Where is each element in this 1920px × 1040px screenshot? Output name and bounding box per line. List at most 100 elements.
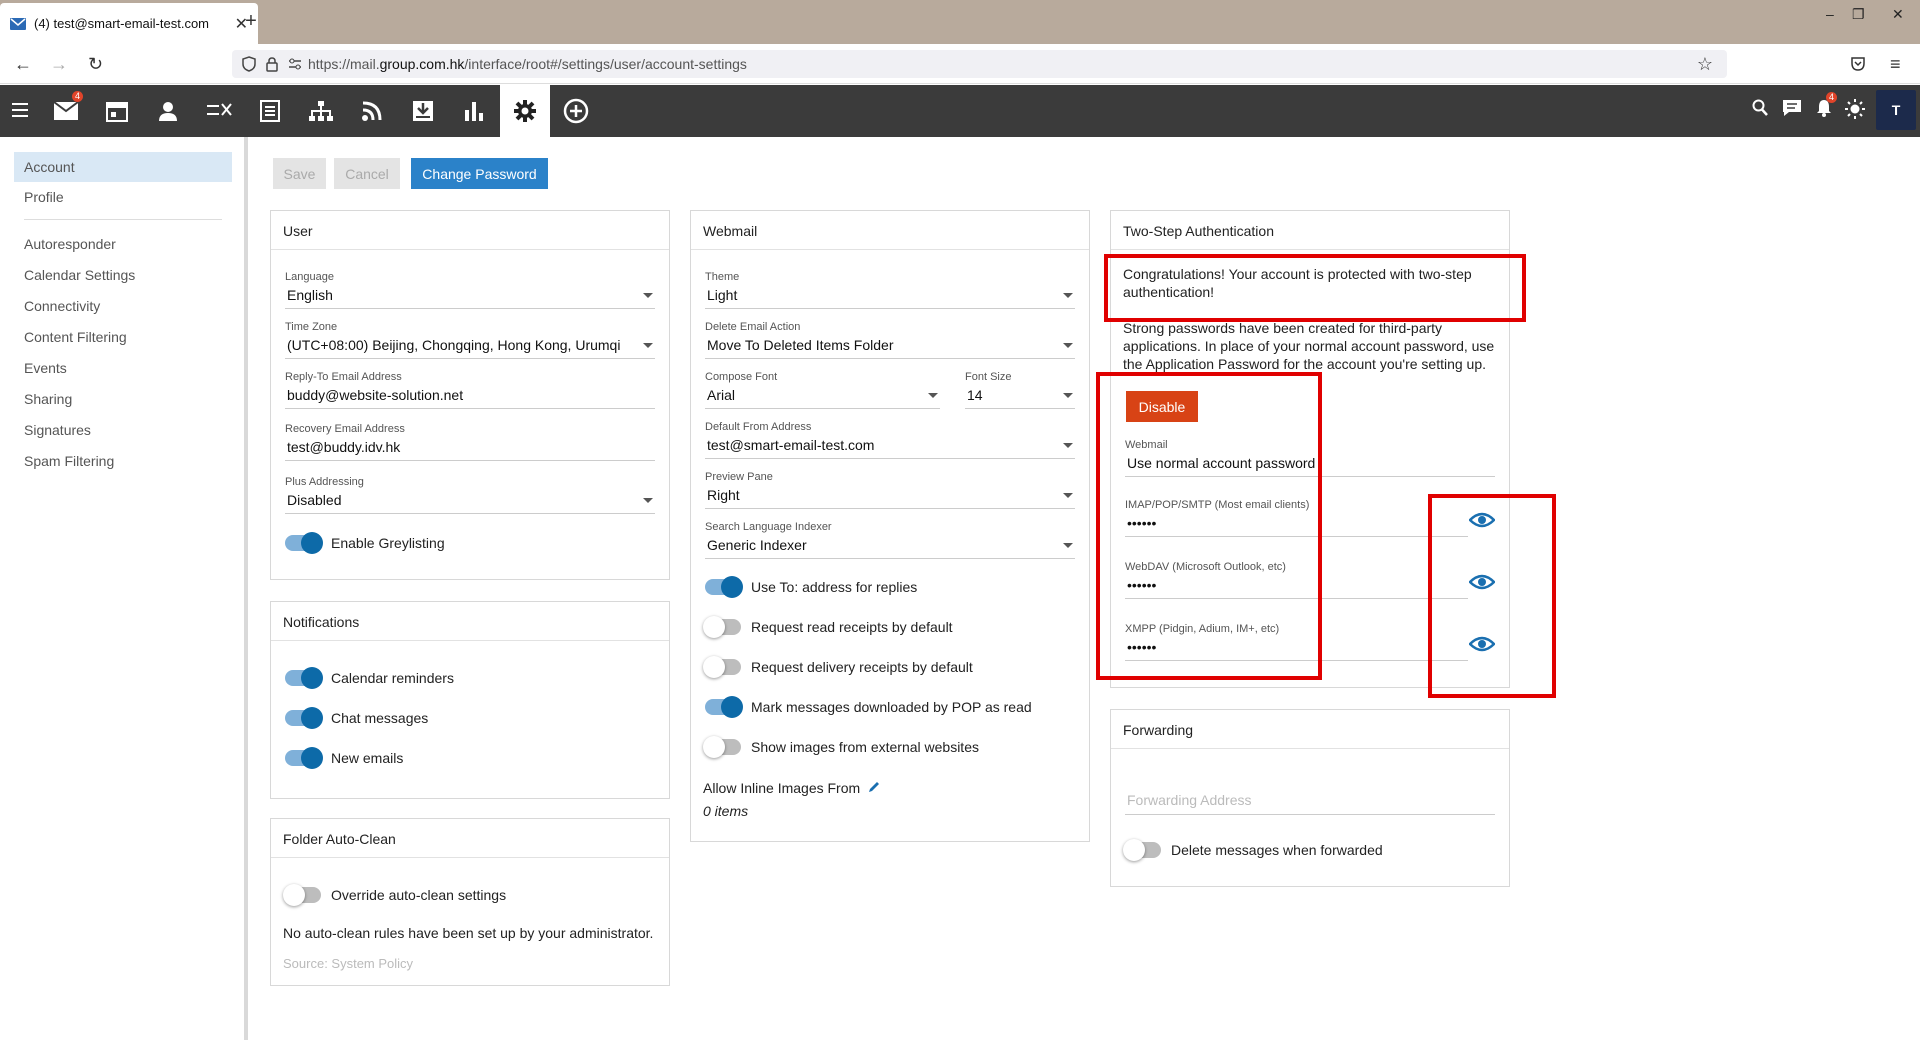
app-contacts-button[interactable] <box>143 85 193 137</box>
app-rss-button[interactable] <box>347 85 397 137</box>
pop-read-label: Mark messages downloaded by POP as read <box>751 699 1032 715</box>
reload-icon[interactable]: ↻ <box>88 54 103 75</box>
pocket-icon[interactable] <box>1850 56 1866 72</box>
app-reports-button[interactable] <box>449 85 499 137</box>
close-window-icon[interactable]: ✕ <box>1892 6 1904 23</box>
indexer-select[interactable]: Generic Indexer <box>705 537 1075 559</box>
sidebar-item-connectivity[interactable]: Connectivity <box>14 291 232 321</box>
plus-addressing-select[interactable]: Disabled <box>285 492 655 514</box>
menu-icon[interactable]: ≡ <box>1890 54 1901 75</box>
app-email-button[interactable]: 4 <box>41 85 91 137</box>
new-emails-row[interactable]: New emails <box>285 747 403 769</box>
timezone-label: Time Zone <box>285 321 338 333</box>
read-receipts-row[interactable]: Request read receipts by default <box>703 616 953 638</box>
app-files-button[interactable] <box>296 85 346 137</box>
override-auto-clean-toggle[interactable] <box>283 884 321 906</box>
reply-to-input[interactable]: buddy@website-solution.net <box>285 387 655 409</box>
language-field[interactable]: Language English <box>285 271 655 309</box>
sidebar-item-signatures[interactable]: Signatures <box>14 415 232 445</box>
timezone-select[interactable]: (UTC+08:00) Beijing, Chongqing, Hong Kon… <box>285 337 655 359</box>
calendar-reminders-toggle[interactable] <box>285 667 323 689</box>
reply-to-field[interactable]: Reply-To Email Address buddy@website-sol… <box>285 371 655 409</box>
browser-nav-bar: ← → ↻ https://mail.group.com.hk/interfac… <box>0 44 1920 84</box>
external-images-row[interactable]: Show images from external websites <box>703 736 979 758</box>
browser-tab[interactable]: (4) test@smart-email-test.com ✕ <box>0 3 258 44</box>
delivery-receipts-row[interactable]: Request delivery receipts by default <box>703 656 973 678</box>
forwarding-address-field[interactable]: Forwarding Address <box>1125 788 1495 815</box>
app-calendar-button[interactable] <box>92 85 142 137</box>
forward-icon[interactable]: → <box>50 54 68 75</box>
greylisting-toggle[interactable] <box>285 532 323 554</box>
theme-field[interactable]: Theme Light <box>705 271 1075 309</box>
user-avatar[interactable]: T <box>1876 90 1916 130</box>
new-tab-icon[interactable]: + <box>240 10 262 32</box>
hamburger-menu-icon[interactable] <box>12 99 28 121</box>
read-receipts-toggle[interactable] <box>703 616 741 638</box>
notification-badge: 4 <box>1826 92 1837 103</box>
recovery-email-field[interactable]: Recovery Email Address test@buddy.idv.hk <box>285 423 655 461</box>
preview-pane-select[interactable]: Right <box>705 487 1075 509</box>
chat-messages-toggle[interactable] <box>285 707 323 729</box>
back-icon[interactable]: ← <box>14 54 32 75</box>
notifications-panel: Notifications Calendar reminders Chat me… <box>270 601 670 799</box>
pop-read-row[interactable]: Mark messages downloaded by POP as read <box>705 696 1032 718</box>
use-to-toggle[interactable] <box>705 576 743 598</box>
language-select[interactable]: English <box>285 287 655 309</box>
font-size-label: Font Size <box>965 371 1012 383</box>
save-button[interactable]: Save <box>273 158 326 189</box>
delete-action-select[interactable]: Move To Deleted Items Folder <box>705 337 1075 359</box>
pencil-icon[interactable] <box>868 781 880 793</box>
app-settings-button[interactable] <box>500 85 550 137</box>
recovery-email-input[interactable]: test@buddy.idv.hk <box>285 439 655 461</box>
chat-icon[interactable] <box>1782 99 1802 117</box>
restore-icon[interactable]: ❐ <box>1852 6 1865 23</box>
timezone-field[interactable]: Time Zone (UTC+08:00) Beijing, Chongqing… <box>285 321 655 359</box>
compose-font-select[interactable]: Arial <box>705 387 940 409</box>
search-icon[interactable] <box>1752 99 1768 117</box>
plus-addressing-field[interactable]: Plus Addressing Disabled <box>285 476 655 514</box>
theme-select[interactable]: Light <box>705 287 1075 309</box>
preview-pane-field[interactable]: Preview Pane Right <box>705 471 1075 509</box>
change-password-button[interactable]: Change Password <box>411 158 548 189</box>
font-size-field[interactable]: Font Size 14 <box>965 371 1075 409</box>
inline-images-row[interactable]: Allow Inline Images From <box>703 780 880 796</box>
indexer-field[interactable]: Search Language Indexer Generic Indexer <box>705 521 1075 559</box>
compose-font-field[interactable]: Compose Font Arial <box>705 371 940 409</box>
delete-forwarded-row[interactable]: Delete messages when forwarded <box>1123 839 1383 861</box>
delivery-receipts-toggle[interactable] <box>703 656 741 678</box>
new-emails-toggle[interactable] <box>285 747 323 769</box>
delete-forwarded-toggle[interactable] <box>1123 839 1161 861</box>
sidebar-item-profile[interactable]: Profile <box>14 182 232 212</box>
app-notes-button[interactable] <box>245 85 295 137</box>
sidebar-item-events[interactable]: Events <box>14 353 232 383</box>
app-add-button[interactable] <box>551 85 601 137</box>
sidebar-item-sharing[interactable]: Sharing <box>14 384 232 414</box>
greylisting-row[interactable]: Enable Greylisting <box>285 532 445 554</box>
sidebar-item-content-filtering[interactable]: Content Filtering <box>14 322 232 352</box>
from-address-select[interactable]: test@smart-email-test.com <box>705 437 1075 459</box>
font-size-select[interactable]: 14 <box>965 387 1075 409</box>
external-images-toggle[interactable] <box>703 736 741 758</box>
chat-messages-row[interactable]: Chat messages <box>285 707 428 729</box>
override-auto-clean-row[interactable]: Override auto-clean settings <box>283 884 506 906</box>
pop-read-toggle[interactable] <box>705 696 743 718</box>
sidebar-item-account[interactable]: Account <box>14 152 232 182</box>
calendar-reminders-row[interactable]: Calendar reminders <box>285 667 454 689</box>
sidebar-item-autoresponder[interactable]: Autoresponder <box>14 229 232 259</box>
forwarding-address-input[interactable]: Forwarding Address <box>1125 792 1495 815</box>
app-archive-button[interactable] <box>398 85 448 137</box>
bookmark-star-icon[interactable]: ☆ <box>1697 54 1713 75</box>
sidebar-item-calendar-settings[interactable]: Calendar Settings <box>14 260 232 290</box>
address-bar[interactable]: https://mail.group.com.hk/interface/root… <box>232 50 1727 78</box>
auto-clean-panel-title: Folder Auto-Clean <box>271 819 669 858</box>
delete-action-field[interactable]: Delete Email Action Move To Deleted Item… <box>705 321 1075 359</box>
sun-icon[interactable] <box>1845 99 1865 119</box>
minimize-icon[interactable]: – <box>1826 6 1834 22</box>
use-to-row[interactable]: Use To: address for replies <box>705 576 917 598</box>
mail-icon <box>53 101 79 120</box>
from-address-field[interactable]: Default From Address test@smart-email-te… <box>705 421 1075 459</box>
app-tasks-button[interactable] <box>194 85 244 137</box>
sidebar-item-spam-filtering[interactable]: Spam Filtering <box>14 446 232 476</box>
cancel-button[interactable]: Cancel <box>334 158 400 189</box>
chevron-down-icon <box>1063 343 1073 348</box>
